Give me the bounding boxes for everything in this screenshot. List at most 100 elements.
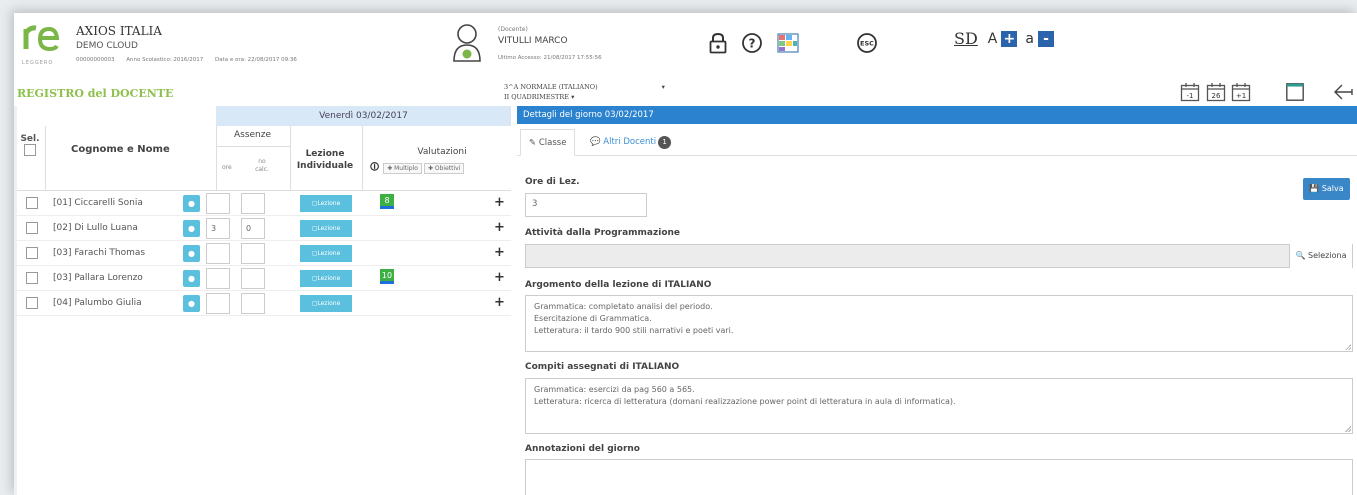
info-icon[interactable]: 🛈: [370, 160, 379, 176]
chevron-down-icon[interactable]: ▾: [662, 83, 665, 91]
compiti-textarea[interactable]: Grammatica: esercizi da pag 560 a 565. L…: [525, 378, 1353, 434]
calendar-grid-icon[interactable]: [776, 30, 800, 56]
student-rows: [01] Ciccarelli Sonia ● ▢Lezione 8 + [02] Di …: [17, 191, 511, 316]
table-row: [03] Farachi Thomas ● ▢Lezione +: [17, 241, 511, 266]
notification-badge: 1: [658, 136, 672, 149]
argomento-textarea[interactable]: Grammatica: completato analisi del perio…: [525, 295, 1353, 352]
ore-label: Ore di Lez.: [525, 177, 580, 187]
student-name[interactable]: [04] Palumbo Giulia: [53, 298, 142, 308]
font-decrease-button[interactable]: -: [1037, 30, 1054, 47]
ore-input[interactable]: [206, 243, 230, 264]
student-info-button[interactable]: ●: [183, 195, 200, 212]
ore-field[interactable]: 3: [525, 193, 647, 217]
last-access: Ultimo Accesso: 21/08/2017 17:55:56: [498, 55, 602, 61]
argomento-line: Letteratura: il tardo 900 stili narrativ…: [534, 326, 734, 335]
divider: [290, 126, 291, 191]
next-day-icon[interactable]: +1: [1231, 82, 1251, 102]
back-arrow-icon[interactable]: [1332, 82, 1354, 102]
student-info-button[interactable]: ●: [183, 245, 200, 262]
row-checkbox[interactable]: [26, 197, 38, 209]
assenze-column-header: Assenze: [233, 130, 272, 140]
add-grade-button[interactable]: +: [494, 296, 505, 309]
row-checkbox[interactable]: [26, 297, 38, 309]
name-column-header[interactable]: Cognome e Nome: [71, 144, 170, 155]
add-grade-button[interactable]: +: [494, 246, 505, 259]
save-button[interactable]: 💾 Salva: [1303, 178, 1350, 200]
student-name[interactable]: [01] Ciccarelli Sonia: [53, 198, 143, 208]
select-all-checkbox[interactable]: [24, 144, 36, 156]
lezione-button[interactable]: ▢Lezione: [300, 245, 352, 262]
grade-badge[interactable]: 8: [380, 194, 394, 209]
add-grade-button[interactable]: +: [494, 221, 505, 234]
lezione-button[interactable]: ▢Lezione: [300, 220, 352, 237]
lezione-button[interactable]: ▢Lezione: [300, 295, 352, 312]
lezione-button[interactable]: ▢Lezione: [300, 195, 352, 212]
font-increase-button[interactable]: +: [1001, 30, 1018, 47]
tab-altri-docenti[interactable]: 💬 Altri Docenti 1: [582, 129, 679, 156]
lezione-button-label: Lezione: [317, 275, 341, 282]
annotazioni-textarea[interactable]: [525, 459, 1353, 495]
student-name[interactable]: [03] Farachi Thomas: [53, 248, 145, 258]
ore-input[interactable]: [206, 268, 230, 289]
user-role: (Docente): [498, 26, 528, 33]
divider: [216, 146, 290, 147]
period-selector[interactable]: II QUADRIMESTRE ▾: [504, 92, 665, 102]
attivita-field: 🔍 Seleziona: [525, 244, 1353, 268]
add-grade-button[interactable]: +: [494, 271, 505, 284]
table-row: [01] Ciccarelli Sonia ● ▢Lezione 8 +: [17, 191, 511, 216]
row-checkbox[interactable]: [26, 222, 38, 234]
select-column-label: Sel.: [20, 134, 40, 144]
window-toggle-icon[interactable]: [1284, 82, 1306, 102]
ore-input[interactable]: 3: [206, 218, 230, 239]
student-name[interactable]: [02] Di Lullo Luana: [53, 223, 138, 233]
nocalc-input[interactable]: 0: [241, 218, 265, 239]
annotazioni-label: Annotazioni del giorno: [525, 444, 640, 454]
nocalc-input[interactable]: [241, 293, 265, 314]
resize-grip-icon[interactable]: [1345, 344, 1351, 350]
class-name[interactable]: 3^A NORMALE (ITALIANO): [504, 83, 598, 91]
multiplo-button[interactable]: ✚ Multiplo: [383, 162, 422, 174]
prev-day-label: -1: [1187, 92, 1194, 100]
details-header: Dettagli del giorno 03/02/2017: [517, 106, 1357, 124]
tab-altri-label: Altri Docenti: [603, 137, 657, 147]
register-grid: Venerdì 03/02/2017 Sel. Cognome e Nome A…: [17, 106, 511, 316]
school-code: 00000000003: [76, 57, 115, 63]
ore-input[interactable]: [206, 193, 230, 214]
table-row: [02] Di Lullo Luana ● 3 0 ▢Lezione +: [17, 216, 511, 241]
tab-classe[interactable]: ✎ Classe: [520, 129, 576, 156]
nocalc-input[interactable]: [241, 193, 265, 214]
compiti-line: Letteratura: ricerca di letteratura (dom…: [534, 397, 956, 406]
student-name[interactable]: [03] Pallara Lorenzo: [53, 273, 143, 283]
nocalc-input[interactable]: [241, 243, 265, 264]
seleziona-button[interactable]: 🔍 Seleziona: [1289, 244, 1352, 268]
student-info-button[interactable]: ●: [183, 270, 200, 287]
sd-logo[interactable]: SD: [954, 29, 978, 48]
today-calendar-icon[interactable]: 26: [1206, 82, 1226, 102]
row-checkbox[interactable]: [26, 272, 38, 284]
lezione-column-header: Lezione Individuale: [296, 149, 354, 171]
student-info-button[interactable]: ●: [183, 295, 200, 312]
prev-day-icon[interactable]: -1: [1180, 82, 1200, 102]
ore-input[interactable]: [206, 293, 230, 314]
seleziona-button-label: Seleziona: [1308, 251, 1347, 260]
lock-icon[interactable]: [708, 30, 728, 56]
row-checkbox[interactable]: [26, 247, 38, 259]
student-info-button[interactable]: ●: [183, 220, 200, 237]
nocalc-input[interactable]: [241, 268, 265, 289]
day-details-panel: Dettagli del giorno 03/02/2017 ✎ Classe …: [517, 106, 1357, 495]
esc-icon[interactable]: ESC: [856, 30, 878, 56]
school-year: Anno Scolastico: 2016/2017: [126, 57, 204, 63]
today-day-label: 26: [1212, 92, 1221, 100]
help-icon[interactable]: ?: [741, 30, 763, 56]
app-name: AXIOS ITALIA: [76, 24, 162, 38]
lezione-button-label: Lezione: [317, 225, 341, 232]
add-grade-button[interactable]: +: [494, 196, 505, 209]
table-row: [04] Palumbo Giulia ● ▢Lezione +: [17, 291, 511, 316]
lezione-button[interactable]: ▢Lezione: [300, 270, 352, 287]
class-selector[interactable]: 3^A NORMALE (ITALIANO) ▾ II QUADRIMESTRE …: [504, 82, 665, 102]
small-a-label: a: [1025, 30, 1034, 47]
resize-grip-icon[interactable]: [1345, 426, 1351, 432]
grade-badge[interactable]: 10: [380, 269, 394, 284]
user-avatar-icon[interactable]: [451, 23, 483, 63]
obiettivi-button[interactable]: ✚ Obiettivi: [423, 162, 465, 174]
